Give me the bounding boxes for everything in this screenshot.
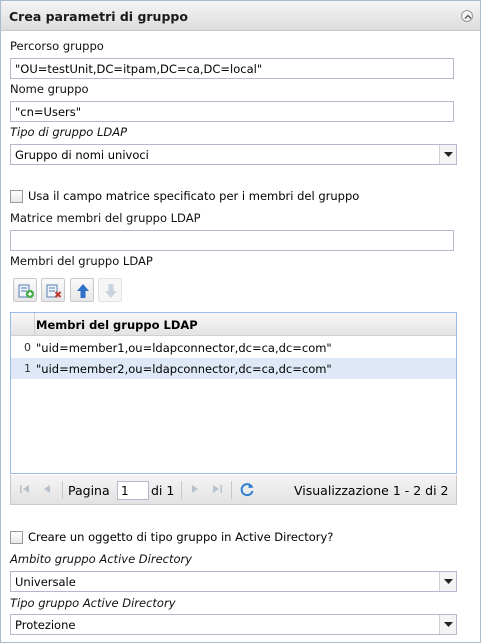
ldap-members-label: Membri del gruppo LDAP	[10, 254, 153, 268]
row-number: 1	[24, 362, 31, 375]
pager-summary: Visualizzazione 1 - 2 di 2	[294, 483, 449, 498]
group-path-label: Percorso gruppo	[10, 39, 104, 53]
last-page-icon[interactable]	[211, 483, 223, 498]
use-matrix-field-label: Usa il campo matrice specificato per i m…	[28, 189, 360, 203]
use-matrix-field-option[interactable]: Usa il campo matrice specificato per i m…	[10, 189, 450, 204]
pager-separator	[181, 481, 182, 499]
page-number-input[interactable]: 1	[117, 481, 149, 500]
ldap-members-grid: Membri del gruppo LDAP 0 "uid=member1,ou…	[10, 312, 457, 474]
pager-separator	[231, 481, 232, 499]
table-row[interactable]: 0 "uid=member1,ou=ldapconnector,dc=ca,dc…	[11, 337, 456, 358]
member-value[interactable]: "uid=member1,ou=ldapconnector,dc=ca,dc=c…	[36, 341, 332, 355]
ldap-group-type-value: Gruppo di nomi univoci	[15, 148, 149, 162]
chevron-down-icon[interactable]	[439, 615, 456, 634]
ldap-member-matrix-label: Matrice membri del gruppo LDAP	[10, 211, 201, 225]
pager-separator	[62, 481, 63, 499]
table-row[interactable]: 1 "uid=member2,ou=ldapconnector,dc=ca,dc…	[11, 358, 456, 379]
chevron-down-icon[interactable]	[439, 572, 456, 591]
delete-row-icon[interactable]	[41, 278, 65, 302]
ad-group-type-label: Tipo gruppo Active Directory	[10, 596, 176, 610]
ad-group-type-value: Protezione	[15, 618, 76, 632]
group-path-field[interactable]: "OU=testUnit,DC=itpam,DC=ca,DC=local"	[10, 58, 454, 79]
group-name-field[interactable]: "cn=Users"	[10, 101, 454, 122]
create-ad-group-checkbox[interactable]	[10, 531, 23, 544]
grid-header: Membri del gruppo LDAP	[11, 313, 456, 336]
create-ad-group-option[interactable]: Creare un oggetto di tipo gruppo in Acti…	[10, 530, 450, 545]
arrow-up-icon[interactable]	[70, 278, 94, 302]
create-ad-group-label: Creare un oggetto di tipo gruppo in Acti…	[28, 530, 334, 544]
ad-group-scope-label: Ambito gruppo Active Directory	[10, 552, 193, 566]
previous-page-icon[interactable]	[41, 483, 53, 498]
grid-pager: Pagina 1 di 1 Visualizzazione 1 - 2 di 2	[10, 475, 457, 505]
chevron-up-icon[interactable]	[461, 10, 473, 22]
ldap-member-matrix-field[interactable]	[10, 230, 454, 251]
first-page-icon[interactable]	[19, 483, 31, 498]
ldap-group-type-select[interactable]: Gruppo di nomi univoci	[10, 144, 457, 165]
page-count-label: di 1	[151, 483, 175, 498]
refresh-icon[interactable]	[239, 481, 255, 500]
ad-group-scope-select[interactable]: Universale	[10, 571, 457, 592]
arrow-down-icon[interactable]	[98, 278, 122, 302]
row-number: 0	[24, 341, 31, 354]
members-column-header[interactable]: Membri del gruppo LDAP	[36, 318, 198, 332]
ldap-group-type-label: Tipo di gruppo LDAP	[10, 125, 128, 139]
page-label: Pagina	[68, 483, 110, 498]
panel-title: Crea parametri di gruppo	[9, 9, 188, 24]
member-value[interactable]: "uid=member2,ou=ldapconnector,dc=ca,dc=c…	[36, 362, 332, 376]
group-name-label: Nome gruppo	[10, 82, 89, 96]
chevron-down-icon[interactable]	[439, 145, 456, 164]
panel-header: Crea parametri di gruppo	[1, 1, 480, 31]
next-page-icon[interactable]	[189, 483, 201, 498]
row-number-header	[11, 313, 35, 335]
ad-group-scope-value: Universale	[15, 575, 76, 589]
group-parameters-panel: Crea parametri di gruppo Percorso gruppo…	[0, 0, 481, 643]
add-row-icon[interactable]	[13, 278, 37, 302]
use-matrix-field-checkbox[interactable]	[10, 190, 23, 203]
ad-group-type-select[interactable]: Protezione	[10, 614, 457, 635]
